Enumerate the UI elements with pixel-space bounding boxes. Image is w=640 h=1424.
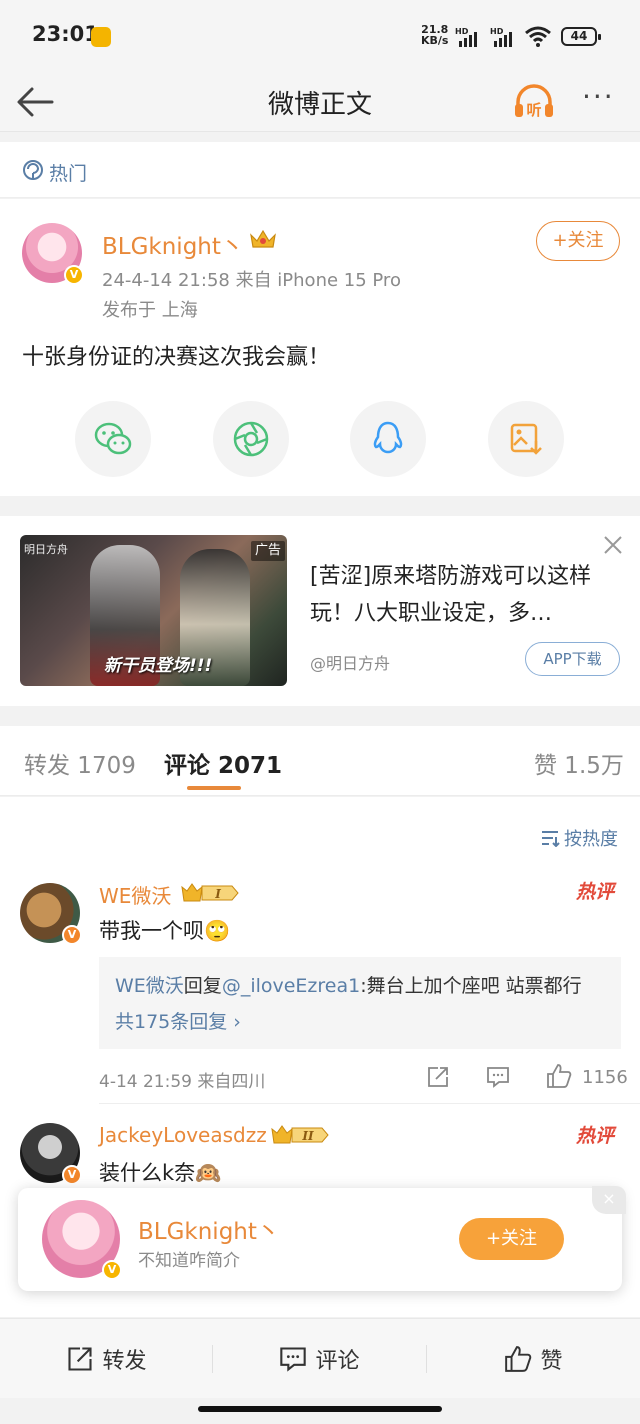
nav-bar: 微博正文 听 ···: [0, 72, 640, 132]
hot-topic-icon: [23, 160, 44, 180]
close-icon[interactable]: [600, 532, 626, 558]
commenter-name[interactable]: WE微沃: [99, 880, 171, 909]
headphones-listen-icon[interactable]: 听: [512, 80, 556, 124]
view-replies-link[interactable]: 共175条回复 ›: [115, 1007, 241, 1034]
popup-avatar[interactable]: V: [42, 1200, 122, 1280]
comment-icon[interactable]: [486, 1065, 510, 1089]
verified-badge: V: [102, 1260, 122, 1280]
commenter-name[interactable]: JackeyLoveasdzz: [99, 1123, 267, 1147]
clock: 23:01: [32, 22, 99, 46]
commenter-avatar[interactable]: V: [20, 1123, 82, 1185]
share-wechat-button[interactable]: [75, 401, 151, 477]
listen-label: 听: [526, 101, 541, 119]
ad-image[interactable]: 明日方舟 广告 新干员登场!!!: [20, 535, 287, 686]
back-arrow-icon[interactable]: [14, 80, 58, 124]
popup-close-icon[interactable]: ×: [592, 1186, 626, 1214]
sort-by-hot-button[interactable]: 按热度: [564, 825, 618, 851]
signal-icon-2: HD: [490, 27, 512, 47]
ad-card[interactable]: 明日方舟 广告 新干员登场!!! [苦涩]原来塔防游戏可以这样玩！八大职业设定，…: [0, 516, 640, 706]
post-location: 发布于 上海: [102, 300, 198, 321]
reply-preview[interactable]: WE微沃回复@_iloveEzrea1:舞台上加个座吧 站票都行 共175条回复…: [99, 957, 621, 1049]
reply-author[interactable]: WE微沃: [115, 975, 184, 997]
app-download-button[interactable]: APP下载: [525, 642, 620, 676]
follow-button[interactable]: +关注: [536, 221, 620, 261]
tab-comment[interactable]: 评论 2071: [164, 746, 282, 780]
share-qq-button[interactable]: [350, 401, 426, 477]
svg-text:HD: HD: [490, 27, 504, 36]
like-label: 赞: [540, 1349, 563, 1374]
qq-icon: [373, 421, 403, 454]
comment-icon: [280, 1347, 307, 1372]
like-thumb-icon[interactable]: [546, 1063, 572, 1089]
post-card: V BLGknight丶 24-4-14 21:58 来自 iPhone 15 …: [0, 199, 640, 496]
author-avatar[interactable]: V: [22, 223, 84, 285]
popup-user-name[interactable]: BLGknight丶: [138, 1212, 280, 1246]
network-speed: 21.8 KB/s: [421, 24, 448, 46]
signal-icon: HD: [455, 27, 477, 47]
ad-logo: 明日方舟: [24, 543, 68, 556]
wifi-icon: [525, 26, 551, 47]
popup-bio: 不知道咋简介: [138, 1251, 240, 1271]
reply-text: :舞台上加个座吧 站票都行: [360, 975, 582, 997]
post-text: 十张身份证的决赛这次我会赢！: [22, 345, 331, 370]
comment-label: 评论: [315, 1349, 360, 1374]
verified-badge: V: [62, 925, 82, 945]
status-bar: 23:01 21.8 KB/s HD HD 44: [0, 0, 640, 72]
commenter-avatar[interactable]: V: [20, 883, 82, 945]
repost-icon: [68, 1347, 93, 1371]
home-indicator[interactable]: [198, 1406, 442, 1412]
reply-mention[interactable]: @_iloveEzrea1: [222, 975, 360, 997]
interaction-tabs: 转发 1709 评论 2071 赞 1.5万: [0, 726, 640, 796]
ad-tag: 广告: [251, 541, 285, 561]
author-name[interactable]: BLGknight丶: [102, 227, 244, 261]
repost-button[interactable]: 转发: [0, 1319, 213, 1399]
ad-source[interactable]: @明日方舟: [310, 650, 390, 674]
verified-badge: V: [64, 265, 84, 285]
tab-repost[interactable]: 转发 1709: [24, 746, 136, 780]
badge-level-text: II: [301, 1129, 314, 1143]
like-button[interactable]: 赞: [427, 1319, 640, 1399]
divider: [99, 1103, 640, 1104]
reply-verb: 回复: [183, 975, 222, 997]
member-level-badge-icon: II: [271, 1125, 329, 1144]
hot-comment-badge: 热评: [576, 1125, 615, 1147]
weibo-notification-icon: [91, 27, 111, 47]
hot-tag-row[interactable]: 热门: [0, 142, 640, 198]
save-image-button[interactable]: [488, 401, 564, 477]
like-thumb-icon: [505, 1346, 532, 1372]
hot-comment-badge: 热评: [576, 881, 615, 903]
hot-tag-label: 热门: [49, 163, 88, 185]
more-options-icon[interactable]: ···: [582, 82, 626, 122]
member-level-badge-icon: I: [181, 883, 239, 902]
tab-like[interactable]: 赞 1.5万: [534, 746, 624, 780]
share-moments-button[interactable]: [213, 401, 289, 477]
comment-button[interactable]: 评论: [213, 1319, 426, 1399]
repost-icon[interactable]: [426, 1065, 450, 1089]
comment-text: 装什么k奈🙉: [99, 1161, 222, 1185]
save-picture-icon: [510, 423, 542, 455]
reply-line: WE微沃回复@_iloveEzrea1:舞台上加个座吧 站票都行: [115, 971, 582, 998]
repost-label: 转发: [102, 1349, 147, 1374]
comment-text: 带我一个呗🙄: [99, 919, 231, 943]
verified-badge: V: [62, 1165, 82, 1185]
ad-title[interactable]: [苦涩]原来塔防游戏可以这样玩！八大职业设定，多…: [310, 558, 610, 632]
ad-banner-text: 新干员登场!!!: [104, 656, 213, 676]
bottom-action-bar: 转发 评论 赞: [0, 1318, 640, 1398]
moments-icon: [233, 421, 269, 457]
sort-icon[interactable]: [540, 829, 560, 847]
post-meta: 24-4-14 21:58 来自 iPhone 15 Pro: [102, 270, 401, 291]
svg-text:HD: HD: [455, 27, 469, 36]
active-tab-indicator: [187, 786, 241, 790]
popup-follow-button[interactable]: +关注: [459, 1218, 564, 1260]
wechat-icon: [94, 422, 132, 455]
crown-badge-icon: [250, 229, 276, 248]
follow-suggestion-popup[interactable]: V BLGknight丶 不知道咋简介 +关注 ×: [18, 1186, 626, 1291]
comment-time: 4-14 21:59 来自四川: [99, 1072, 266, 1092]
badge-level-text: I: [214, 887, 221, 901]
net-speed-unit: KB/s: [421, 34, 449, 47]
battery-indicator: 44: [561, 27, 601, 46]
like-count: 1156: [582, 1067, 628, 1088]
